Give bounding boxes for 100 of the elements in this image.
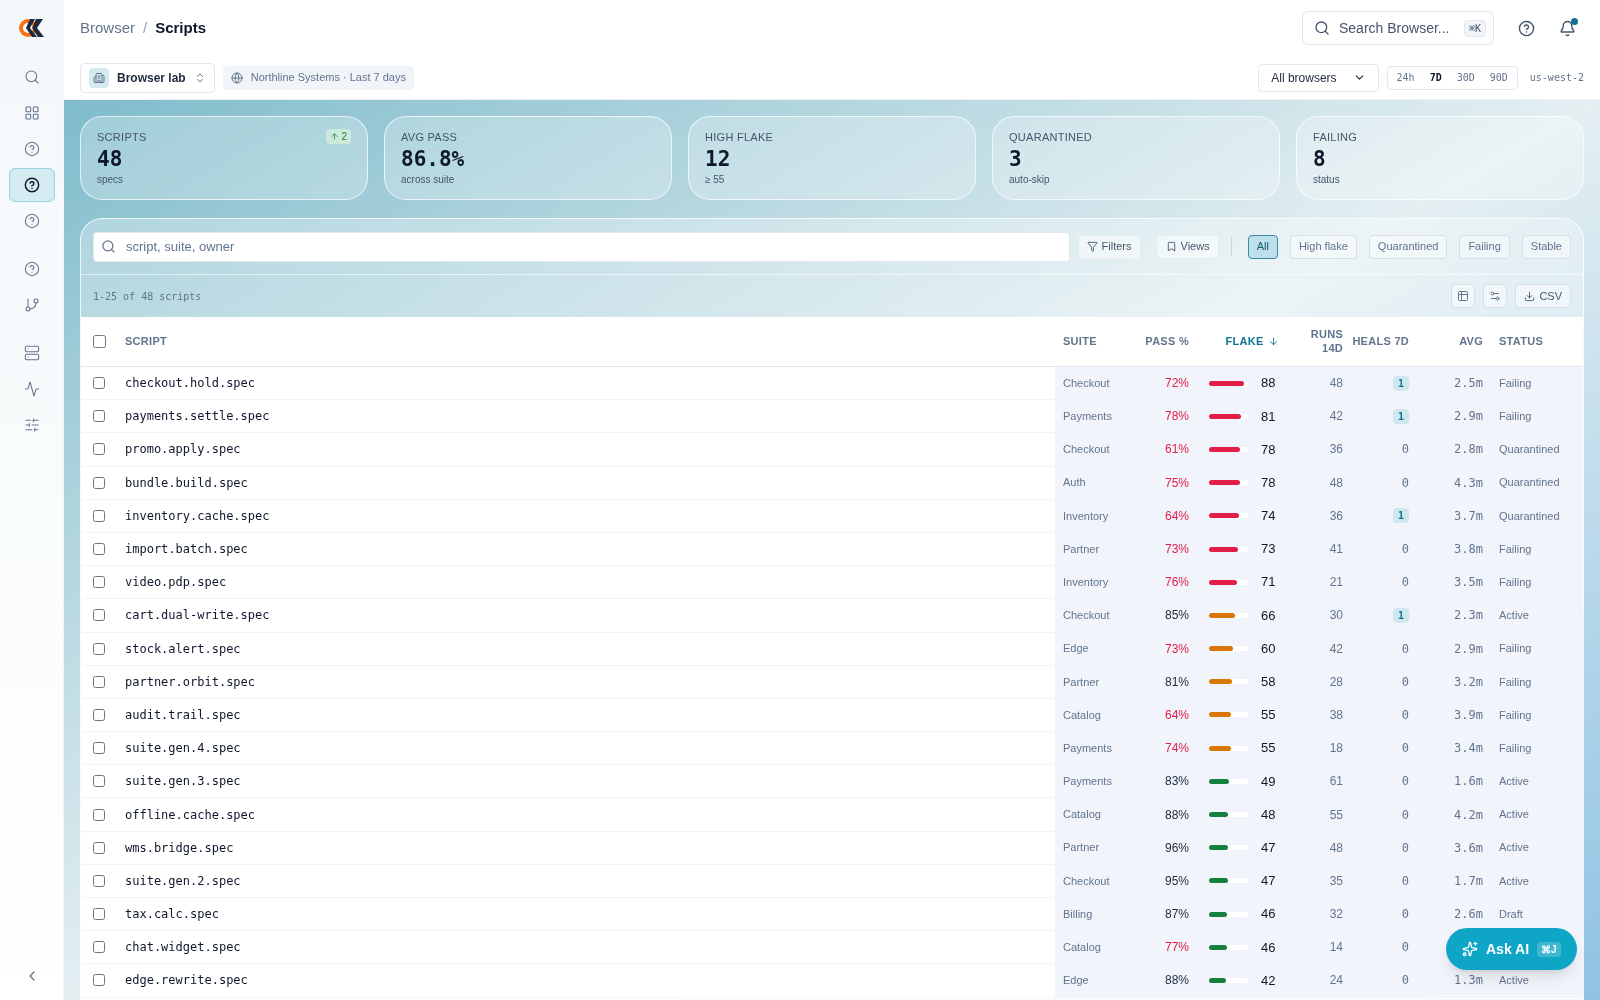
kpi-label: QUARANTINED bbox=[1009, 130, 1093, 145]
column-header[interactable]: FLAKE bbox=[1197, 334, 1307, 349]
status-cell: Failing bbox=[1491, 566, 1583, 599]
browser-select[interactable]: All browsers bbox=[1258, 63, 1379, 92]
select-all-checkbox[interactable] bbox=[92, 335, 106, 348]
row-checkbox[interactable] bbox=[93, 874, 105, 887]
filter-chip[interactable]: All bbox=[1247, 234, 1278, 259]
time-range-tab[interactable]: 90D bbox=[1482, 67, 1515, 88]
script-name[interactable]: edge.rewrite.spec bbox=[117, 971, 1055, 990]
script-name[interactable]: wms.bridge.spec bbox=[117, 838, 1055, 857]
script-name[interactable]: offline.cache.spec bbox=[117, 805, 1055, 824]
breadcrumb-separator: / bbox=[143, 17, 148, 38]
row-checkbox[interactable] bbox=[93, 742, 105, 755]
avg-duration-cell: 1.6m bbox=[1417, 765, 1491, 798]
script-name[interactable]: promo.apply.spec bbox=[117, 440, 1055, 459]
table-row[interactable]: offline.cache.spec Catalog 88% 48 55 0 4.2m Active bbox=[81, 798, 1583, 832]
row-checkbox[interactable] bbox=[93, 841, 105, 854]
script-name[interactable]: video.pdp.spec bbox=[117, 573, 1055, 592]
table-row[interactable]: checkout.hold.spec Checkout 72% 88 48 1 2.5m Failing bbox=[81, 367, 1583, 401]
script-name[interactable]: bundle.build.spec bbox=[117, 473, 1055, 492]
help-icon bbox=[23, 213, 40, 229]
script-name[interactable]: import.batch.spec bbox=[117, 540, 1055, 559]
table-row[interactable]: bundle.build.spec Auth 75% 78 48 0 4.3m Quarantined bbox=[81, 466, 1583, 500]
filter-chip[interactable]: High flake bbox=[1289, 234, 1357, 259]
row-checkbox[interactable] bbox=[93, 708, 105, 721]
column-header[interactable]: SUITE bbox=[1055, 334, 1139, 349]
script-name[interactable]: suite.gen.3.spec bbox=[117, 772, 1055, 791]
script-name[interactable]: suite.gen.4.spec bbox=[117, 739, 1055, 758]
column-header[interactable]: HEALS 7D bbox=[1351, 334, 1417, 349]
row-checkbox[interactable] bbox=[93, 410, 105, 423]
table-row[interactable]: edge.rewrite.spec Edge 88% 42 24 0 1.3m Active bbox=[81, 964, 1583, 998]
row-checkbox[interactable] bbox=[93, 377, 105, 390]
table-row[interactable]: partner.orbit.spec Partner 81% 58 28 0 3.2m Failing bbox=[81, 665, 1583, 699]
filter-chip[interactable]: Stable bbox=[1521, 234, 1571, 259]
table-row[interactable]: video.pdp.spec Inventory 76% 71 21 0 3.5m Failing bbox=[81, 566, 1583, 600]
density-button[interactable] bbox=[1451, 284, 1476, 308]
table-row[interactable]: suite.gen.4.spec Payments 74% 55 18 0 3.4m Failing bbox=[81, 732, 1583, 766]
notifications-button[interactable] bbox=[1559, 19, 1576, 37]
row-checkbox[interactable] bbox=[93, 609, 105, 622]
heals-badge: 1 bbox=[1392, 408, 1409, 424]
script-name[interactable]: checkout.hold.spec bbox=[117, 374, 1055, 393]
help-button[interactable] bbox=[1518, 19, 1535, 37]
column-header[interactable]: RUNS 14D bbox=[1307, 327, 1351, 356]
sidebar-item[interactable] bbox=[8, 168, 55, 202]
script-name[interactable]: suite.gen.2.spec bbox=[117, 871, 1055, 890]
filter-chip[interactable]: Quarantined bbox=[1368, 234, 1448, 259]
row-checkbox[interactable] bbox=[93, 476, 105, 489]
row-checkbox[interactable] bbox=[93, 808, 105, 821]
filters-button[interactable]: Filters bbox=[1077, 234, 1141, 259]
row-checkbox[interactable] bbox=[93, 443, 105, 456]
suite-cell: Inventory bbox=[1055, 499, 1139, 532]
runs-cell: 36 bbox=[1307, 433, 1351, 466]
table-row[interactable]: suite.gen.2.spec Checkout 95% 47 35 0 1.7m Active bbox=[81, 864, 1583, 898]
table-row[interactable]: cart.dual-write.spec Checkout 85% 66 30 1 2.3m Active bbox=[81, 599, 1583, 633]
row-checkbox[interactable] bbox=[93, 974, 105, 987]
row-checkbox[interactable] bbox=[93, 775, 105, 788]
table-row[interactable]: tax.calc.spec Billing 87% 46 32 0 2.6m Draft bbox=[81, 898, 1583, 932]
status-cell: Failing bbox=[1491, 532, 1583, 566]
runs-cell: 14 bbox=[1307, 931, 1351, 964]
column-header[interactable]: SCRIPT bbox=[117, 334, 1055, 349]
views-button[interactable]: Views bbox=[1156, 234, 1219, 259]
row-checkbox[interactable] bbox=[93, 675, 105, 688]
table-row[interactable]: import.batch.spec Partner 73% 73 41 0 3.8m Failing bbox=[81, 532, 1583, 567]
script-name[interactable]: audit.trail.spec bbox=[117, 705, 1055, 724]
script-name[interactable]: stock.alert.spec bbox=[117, 639, 1055, 658]
columns-button[interactable] bbox=[1483, 284, 1508, 308]
csv-button[interactable]: CSV bbox=[1515, 284, 1571, 308]
row-checkbox[interactable] bbox=[93, 509, 105, 522]
column-header[interactable]: STATUS bbox=[1491, 334, 1583, 349]
script-name[interactable]: chat.widget.spec bbox=[117, 938, 1055, 957]
workspace-select[interactable]: Browser lab bbox=[80, 62, 215, 93]
time-range-tab[interactable]: 24h bbox=[1389, 67, 1422, 88]
row-checkbox[interactable] bbox=[93, 642, 105, 655]
row-checkbox[interactable] bbox=[93, 576, 105, 589]
help-icon bbox=[23, 141, 40, 157]
avg-duration-cell: 4.2m bbox=[1417, 798, 1491, 831]
table-row[interactable]: suite.gen.3.spec Payments 83% 49 61 0 1.6m Active bbox=[81, 765, 1583, 799]
table-row[interactable]: inventory.cache.spec Inventory 64% 74 36 1 3.7m Quarantined bbox=[81, 499, 1583, 533]
table-row[interactable]: promo.apply.spec Checkout 61% 78 36 0 2.8m Quarantined bbox=[81, 433, 1583, 467]
row-checkbox[interactable] bbox=[93, 908, 105, 921]
flake-score: 71 bbox=[1261, 573, 1276, 592]
table-row[interactable]: audit.trail.spec Catalog 64% 55 38 0 3.9m Failing bbox=[81, 698, 1583, 733]
script-name[interactable]: tax.calc.spec bbox=[117, 905, 1055, 924]
table-row[interactable]: payments.settle.spec Payments 78% 81 42 1 2.9m Failing bbox=[81, 400, 1583, 434]
time-range-tab[interactable]: 30D bbox=[1449, 67, 1482, 88]
column-header[interactable]: AVG bbox=[1417, 334, 1491, 349]
filter-chip[interactable]: Failing bbox=[1459, 234, 1510, 259]
row-checkbox[interactable] bbox=[93, 543, 105, 556]
breadcrumb-link[interactable]: Browser bbox=[80, 16, 135, 40]
script-name[interactable]: payments.settle.spec bbox=[117, 407, 1055, 426]
flake-score: 81 bbox=[1261, 407, 1276, 426]
row-checkbox[interactable] bbox=[93, 941, 105, 954]
script-name[interactable]: partner.orbit.spec bbox=[117, 672, 1055, 691]
column-header[interactable]: PASS % bbox=[1139, 334, 1197, 349]
table-row[interactable]: wms.bridge.spec Partner 96% 47 48 0 3.6m Active bbox=[81, 831, 1583, 865]
filter-search-field[interactable]: script, suite, owner bbox=[93, 231, 1070, 262]
script-name[interactable]: inventory.cache.spec bbox=[117, 506, 1055, 525]
heals-cell-text: 0 bbox=[1401, 872, 1409, 890]
script-name[interactable]: cart.dual-write.spec bbox=[117, 606, 1055, 625]
table-row[interactable]: stock.alert.spec Edge 73% 60 42 0 2.9m Failing bbox=[81, 632, 1583, 666]
